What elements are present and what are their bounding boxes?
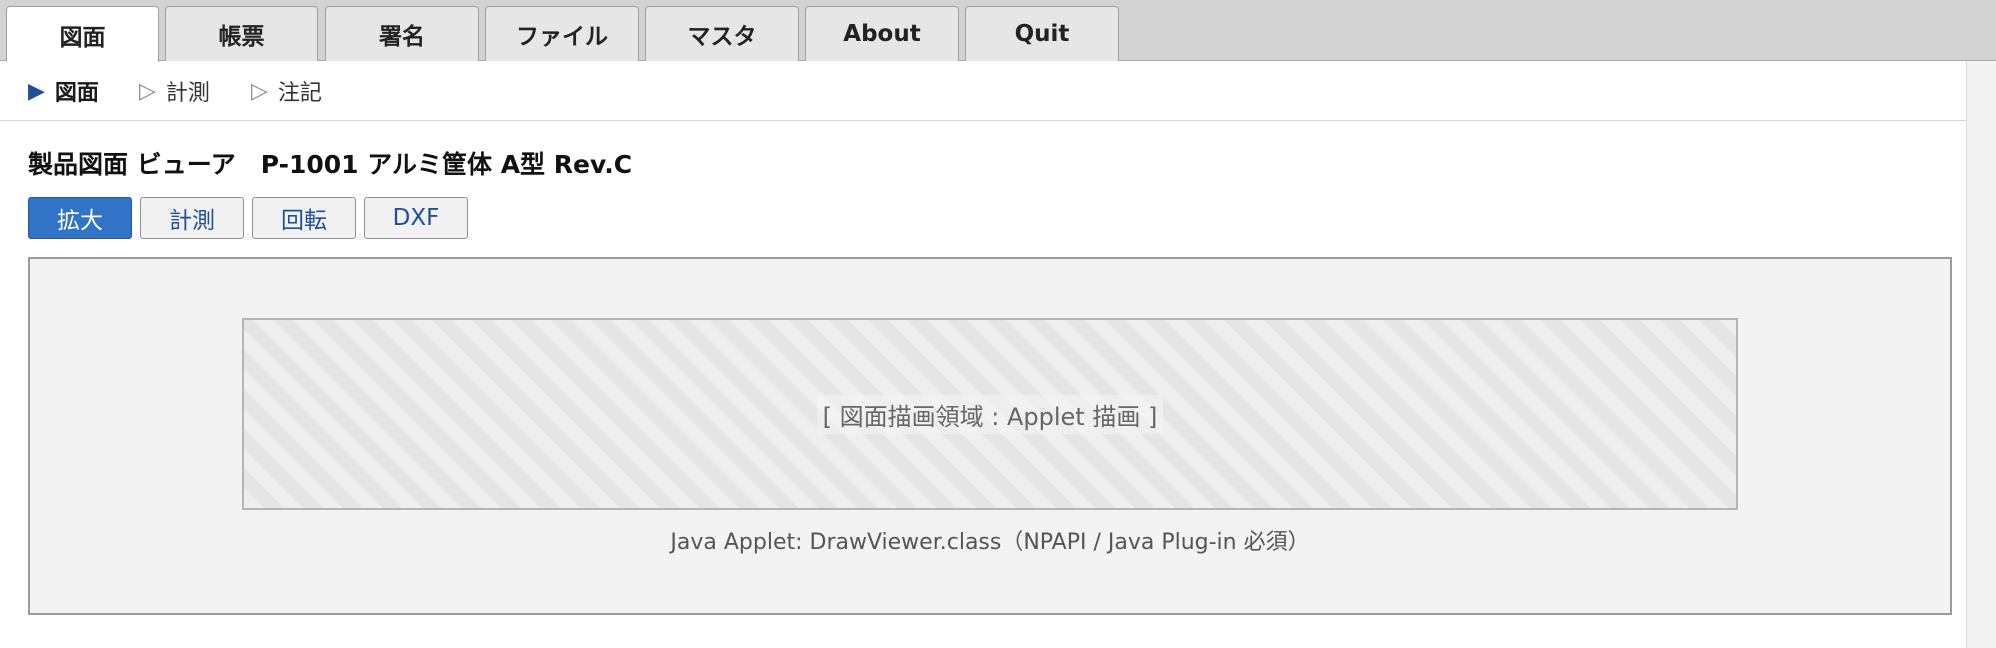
tab-quit[interactable]: Quit xyxy=(965,6,1119,61)
subnav-item-measure[interactable]: ▷ 計測 xyxy=(139,61,210,121)
canvas-placeholder-label: [ 図面描画領域 : Applet 描画 ] xyxy=(816,394,1164,434)
subnav-item-label: 図面 xyxy=(54,81,99,106)
triangle-right-filled-icon: ▶ xyxy=(28,78,45,104)
page-title: 製品図面 ビューア P-1001 アルミ筐体 A型 Rev.C xyxy=(28,150,633,179)
main-tab-bar: 図面 帳票 署名 ファイル マスタ About Quit xyxy=(0,0,1996,62)
subnav-item-drawing[interactable]: ▶ 図面 xyxy=(28,61,99,121)
sub-navigation: ▶ 図面 ▷ 計測 ▷ 注記 xyxy=(0,61,1966,121)
measure-button[interactable]: 計測 xyxy=(140,197,244,239)
subnav-item-annotation[interactable]: ▷ 注記 xyxy=(251,61,322,121)
rotate-button[interactable]: 回転 xyxy=(252,197,356,239)
zoom-button[interactable]: 拡大 xyxy=(28,197,132,239)
subnav-item-label: 注記 xyxy=(277,81,322,106)
tab-master[interactable]: マスタ xyxy=(645,6,799,61)
triangle-right-outline-icon: ▷ xyxy=(139,78,156,104)
drawing-canvas[interactable]: [ 図面描画領域 : Applet 描画 ] xyxy=(242,318,1738,510)
dxf-button[interactable]: DXF xyxy=(364,197,468,239)
applet-requirement-note: Java Applet: DrawViewer.class（NPAPI / Ja… xyxy=(670,530,1310,555)
tab-forms[interactable]: 帳票 xyxy=(165,6,318,61)
tab-drawing[interactable]: 図面 xyxy=(6,6,159,62)
triangle-right-outline-icon: ▷ xyxy=(251,78,268,104)
vertical-scrollbar[interactable] xyxy=(1966,61,1996,648)
tab-signature[interactable]: 署名 xyxy=(325,6,479,61)
tab-file[interactable]: ファイル xyxy=(485,6,639,61)
tab-about[interactable]: About xyxy=(805,6,959,61)
subnav-item-label: 計測 xyxy=(165,81,210,106)
